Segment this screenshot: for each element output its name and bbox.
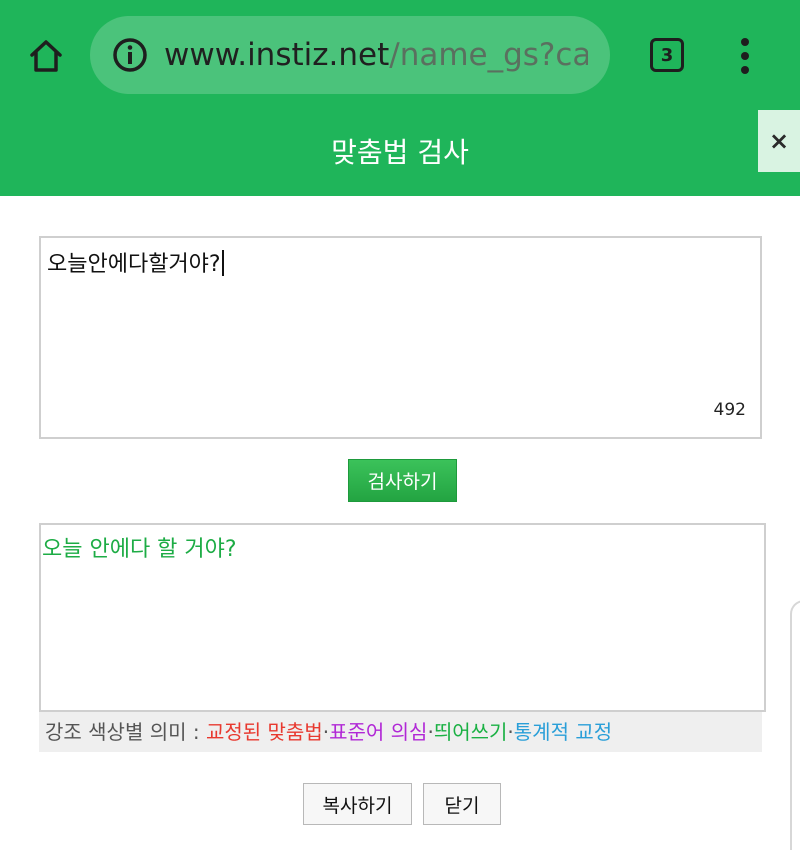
legend-corrected-spelling: 교정된 맞춤법	[205, 720, 323, 744]
menu-dot	[741, 52, 749, 60]
page-title: 맞춤법 검사	[331, 136, 469, 169]
scrollbar-edge	[790, 600, 800, 850]
legend-standard-suspect: 표준어 의심	[329, 720, 428, 744]
tab-switcher-button[interactable]: 3	[648, 36, 686, 74]
copy-button[interactable]: 복사하기	[303, 783, 412, 825]
text-caret	[221, 250, 224, 276]
more-vert-icon[interactable]	[728, 34, 762, 78]
result-box[interactable]: 오늘 안에다 할 거야?	[39, 523, 766, 712]
home-button[interactable]	[22, 32, 70, 80]
tab-count: 3	[660, 44, 674, 66]
legend-label: 강조 색상별 의미 :	[45, 720, 206, 744]
url-text[interactable]: www.instiz.net/name_gs?ca	[164, 16, 588, 94]
home-icon	[30, 40, 62, 72]
spell-check-input[interactable]: 오늘안에다할거야? 492	[39, 236, 762, 439]
legend-statistical: 통계적 교정	[513, 720, 613, 744]
browser-toolbar: www.instiz.net/name_gs?ca 3	[0, 0, 800, 110]
close-button[interactable]: 닫기	[423, 783, 501, 825]
address-bar[interactable]: www.instiz.net/name_gs?ca	[90, 16, 610, 94]
color-legend: 강조 색상별 의미 : 교정된 맞춤법·표준어 의심·띄어쓰기·통계적 교정	[39, 712, 762, 752]
tab-switcher-icon: 3	[650, 38, 684, 72]
input-value: 오늘안에다할거야?	[47, 252, 221, 277]
input-text: 오늘안에다할거야?	[47, 246, 224, 278]
url-host: www.instiz.net	[164, 37, 390, 73]
url-path: /name_gs?ca	[389, 37, 588, 73]
menu-dot	[741, 66, 749, 74]
char-count: 492	[713, 400, 746, 420]
close-icon[interactable]: ×	[758, 110, 800, 172]
menu-dot	[741, 38, 749, 46]
legend-spacing: 띄어쓰기	[433, 720, 508, 744]
check-button[interactable]: 검사하기	[348, 459, 457, 502]
info-icon[interactable]	[112, 37, 148, 73]
page-header: 맞춤법 검사	[0, 110, 800, 196]
result-text: 오늘 안에다 할 거야?	[42, 537, 237, 562]
